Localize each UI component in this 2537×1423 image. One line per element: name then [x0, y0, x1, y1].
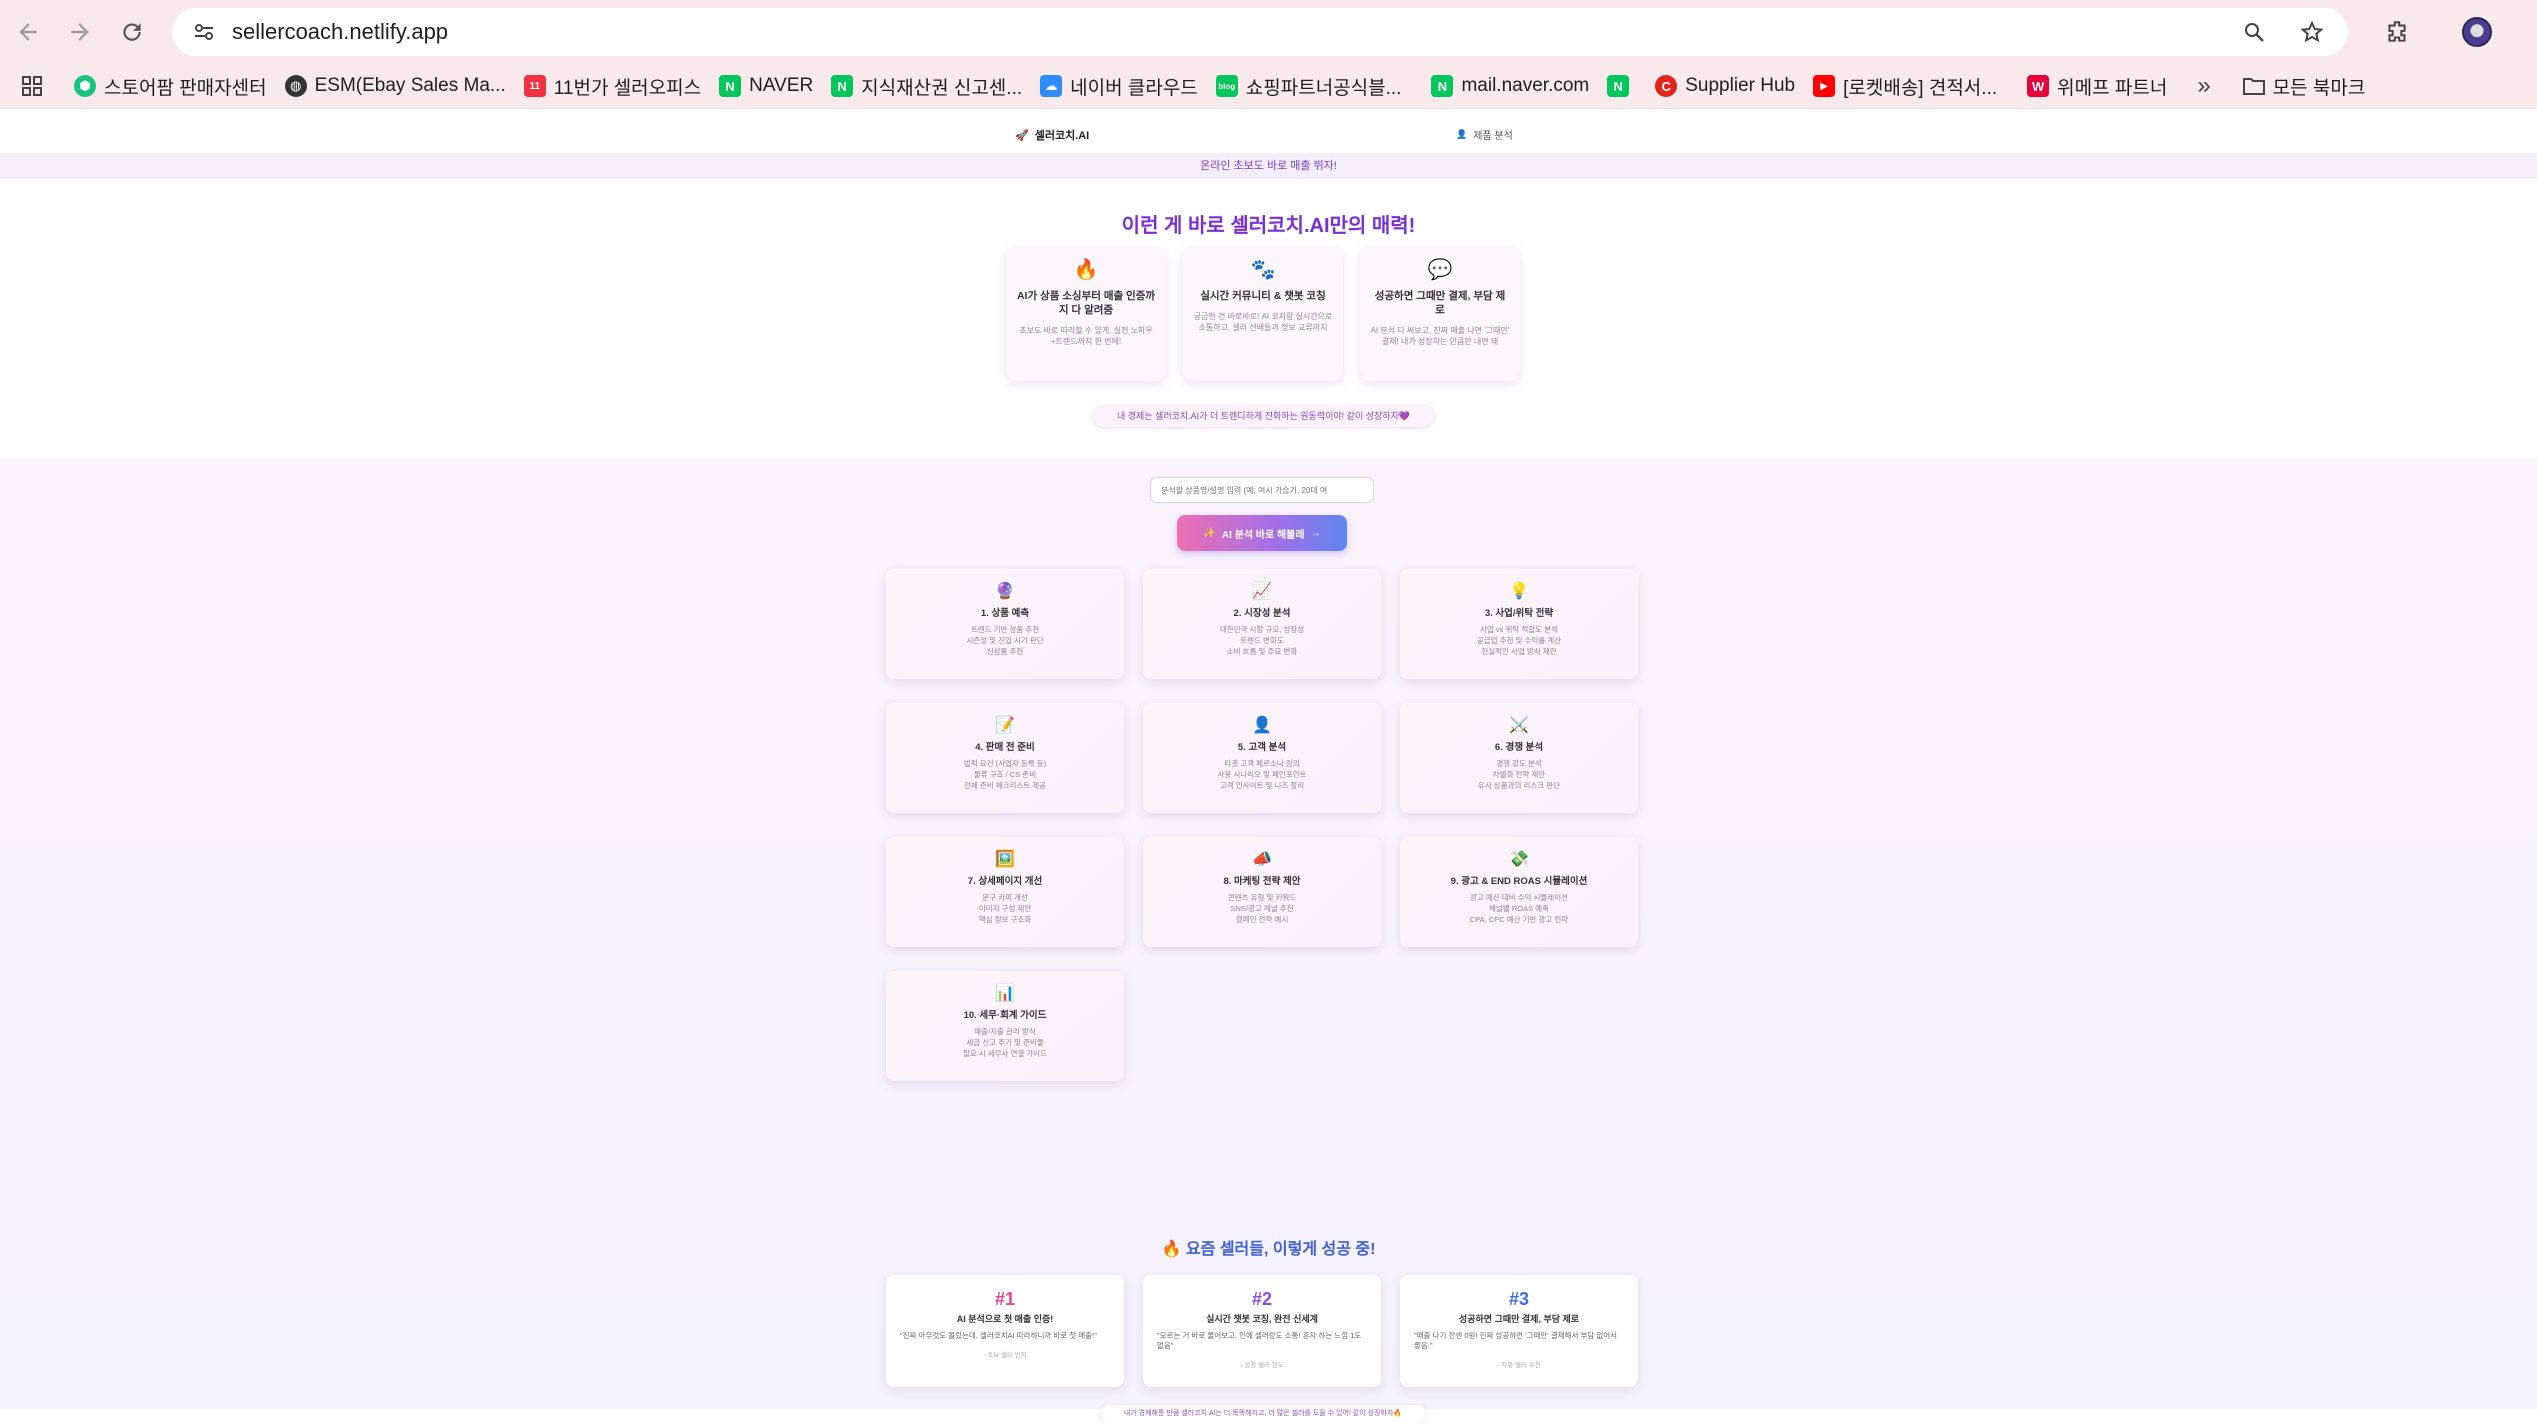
bookmark-item[interactable]: N	[1607, 75, 1637, 97]
megaphone-icon: 📣	[1252, 851, 1272, 868]
analysis-section: ✨ AI 분석 바로 해볼래 → 🔮 1. 상품 예측 트렌드 기반 상품 추천…	[0, 459, 2537, 1423]
wemakeprice-icon: W	[2027, 75, 2050, 97]
bookmark-item[interactable]: 11 11번가 셀러오피스	[523, 73, 701, 100]
bookmark-item[interactable]: Nmail.naver.com	[1431, 75, 1589, 97]
feature-card: 🐾 실시간 커뮤니티 & 챗봇 코칭 궁금한 건 바로바로! AI 코치랑 실시…	[1183, 247, 1343, 381]
site-settings-icon[interactable]	[184, 12, 224, 52]
person-icon: 👤	[1252, 717, 1272, 734]
arrow-left-icon	[19, 23, 37, 41]
naver-icon: N	[1607, 75, 1630, 97]
brand-logo[interactable]: 🚀 셀러코치.AI	[1015, 127, 1089, 143]
naver-icon: N	[1431, 75, 1454, 97]
chat-bubbles-icon: 💬	[1427, 259, 1453, 281]
folder-icon	[2242, 78, 2265, 95]
paw-icon: 🐾	[1250, 259, 1276, 281]
globe-icon: ◍	[284, 75, 307, 97]
swords-icon: ⚔️	[1509, 717, 1529, 734]
fire-icon: 🔥	[1073, 259, 1099, 281]
step-card[interactable]: 📊 10. 세무·회계 가이드 매출/지출 관리 방식 세금 신고 주기 및 준비…	[886, 971, 1124, 1081]
more-bookmarks-icon[interactable]: »	[2197, 72, 2210, 100]
bookmark-item[interactable]: ▶ [로켓배송] 견적서...	[1813, 73, 1997, 100]
extensions-icon[interactable]	[2377, 12, 2417, 52]
bookmark-item[interactable]: ⬢ 스토어팜 판매자센터	[74, 73, 267, 100]
bookmark-item[interactable]: blog 쇼핑파트너공식블...	[1215, 73, 1401, 100]
forward-button[interactable]	[60, 12, 100, 52]
testimonial-card: #3 성공하면 그때만 결제, 부담 제로 "매출 나기 전엔 0원! 진짜 성…	[1400, 1275, 1638, 1387]
store-icon: ⬢	[74, 75, 96, 97]
testimonial-card: #1 AI 분석으로 첫 매출 인증! "진짜 아무것도 몰랐는데, 셀러코치A…	[886, 1275, 1124, 1387]
ai-analysis-button[interactable]: ✨ AI 분석 바로 해볼래 →	[1177, 515, 1347, 551]
site-header: 🚀 셀러코치.AI 👤 제품 분석	[0, 121, 2537, 149]
step-card[interactable]: 🔮 1. 상품 예측 트렌드 기반 상품 추천 시즌성 및 진입 시기 판단 신상품…	[886, 569, 1124, 679]
bookmark-item[interactable]: N NAVER	[719, 75, 813, 97]
success-section-title: 🔥 요즘 셀러들, 이렇게 성공 중!	[1161, 1241, 1376, 1258]
back-button[interactable]	[8, 12, 48, 52]
reload-button[interactable]	[112, 12, 152, 52]
step-card[interactable]: ⚔️ 6. 경쟁 분석 경쟁 강도 분석 차별화 전략 제안 유사 상품과의 리스크…	[1400, 703, 1638, 813]
address-bar[interactable]: sellercoach.netlify.app	[172, 8, 2348, 56]
memo-icon: 📝	[995, 717, 1015, 734]
bookmark-item[interactable]: C Supplier Hub	[1655, 75, 1795, 97]
product-search-input[interactable]	[1150, 477, 1374, 503]
coupang-icon: C	[1655, 75, 1678, 97]
apps-grid-icon[interactable]	[12, 66, 52, 106]
promo-banner: 온라인 초보도 바로 매출 뛰자!	[0, 153, 2537, 179]
nav-product-analysis-link[interactable]: 👤 제품 분석	[1456, 127, 1513, 142]
naver-icon: N	[719, 75, 742, 97]
reload-icon	[123, 23, 141, 41]
bar-chart-icon: 📊	[995, 985, 1015, 1002]
picture-icon: 🖼️	[995, 851, 1015, 868]
profile-avatar[interactable]	[2457, 12, 2497, 52]
feature-card: 🔥 AI가 상품 소싱부터 매출 인증까지 다 알려줌 초보도 바로 따라할 수…	[1006, 247, 1166, 381]
step-card[interactable]: 📈 2. 시장성 분석 대한민국 시장 규모, 성장성 트렌드 변화도 소비 흐름 …	[1143, 569, 1381, 679]
star-bookmark-icon[interactable]	[2292, 12, 2332, 52]
all-bookmarks-folder[interactable]: 모든 북마크	[2242, 73, 2365, 100]
arrow-right-icon	[71, 23, 89, 41]
youtube-icon: ▶	[1813, 75, 1836, 97]
step-card[interactable]: 💡 3. 사업/위탁 전략 사업 vs 위탁 적합도 분석 공급업 추천 및 수익…	[1400, 569, 1638, 679]
naver-icon: N	[831, 75, 854, 97]
user-icon: 👤	[1456, 129, 1468, 139]
cloud-icon: ☁	[1040, 75, 1063, 97]
step-card[interactable]: 💸 9. 광고 & END ROAS 시뮬레이션 광고 예산 대비 수익 시뮬레…	[1400, 837, 1638, 947]
page-content: 🚀 셀러코치.AI 👤 제품 분석 온라인 초보도 바로 매출 뛰자! 이런 게…	[0, 108, 2537, 1423]
zoom-icon[interactable]	[2234, 12, 2274, 52]
bookmark-item[interactable]: N 지식재산권 신고센...	[831, 73, 1022, 100]
hero-note: 내 경제는 셀러코치.AI가 더 트렌디하게 진화하는 원동력이야! 같이 성장…	[1093, 405, 1434, 427]
lightbulb-icon: 💡	[1509, 583, 1529, 600]
rocket-icon: 🚀	[1015, 129, 1029, 142]
11st-icon: 11	[523, 75, 546, 97]
arrow-right-icon: →	[1310, 527, 1321, 539]
bookmark-item[interactable]: ◍ ESM(Ebay Sales Ma...	[284, 75, 506, 97]
blog-icon: blog	[1215, 75, 1238, 97]
step-card[interactable]: 👤 5. 고객 분석 타겟 고객 페르소나 정의 사용 시나리오 및 페인포인트 고…	[1143, 703, 1381, 813]
money-icon: 💸	[1509, 851, 1529, 868]
crystal-ball-icon: 🔮	[995, 583, 1015, 600]
step-card[interactable]: 📝 4. 판매 전 준비 법적 요건 (사업자 등록 등) 물류 구조 / CS …	[886, 703, 1124, 813]
chart-up-icon: 📈	[1252, 583, 1272, 600]
bookmark-item[interactable]: W 위메프 파트너	[2027, 73, 2167, 100]
hero-title: 이런 게 바로 셀러코치.AI만의 매력!	[1121, 215, 1416, 237]
feature-card: 💬 성공하면 그때만 결제, 부담 제로 AI 분석 다 써보고, 진짜 매출 …	[1360, 247, 1520, 381]
sparkle-icon: ✨	[1203, 527, 1216, 539]
step-card[interactable]: 🖼️ 7. 상세페이지 개선 문구 카피 개선 이미지 구성 제안 핵심 정보 구조…	[886, 837, 1124, 947]
testimonial-card: #2 실시간 챗봇 코칭, 완전 신세계 "모르는 거 바로 물어보고, 인에 …	[1143, 1275, 1381, 1387]
browser-toolbar: sellercoach.netlify.app	[0, 0, 2537, 64]
url-text: sellercoach.netlify.app	[232, 19, 449, 44]
step-card[interactable]: 📣 8. 마케팅 전략 제안 콘텐츠 유형 및 키워드 SNS/광고 채널 추천 캠…	[1143, 837, 1381, 947]
bookmark-item[interactable]: ☁ 네이버 클라우드	[1040, 73, 1198, 100]
fire-icon: 🔥	[1161, 1241, 1186, 1258]
bookmarks-bar: ⬢ 스토어팜 판매자센터 ◍ ESM(Ebay Sales Ma... 11 11번가…	[0, 64, 2537, 108]
